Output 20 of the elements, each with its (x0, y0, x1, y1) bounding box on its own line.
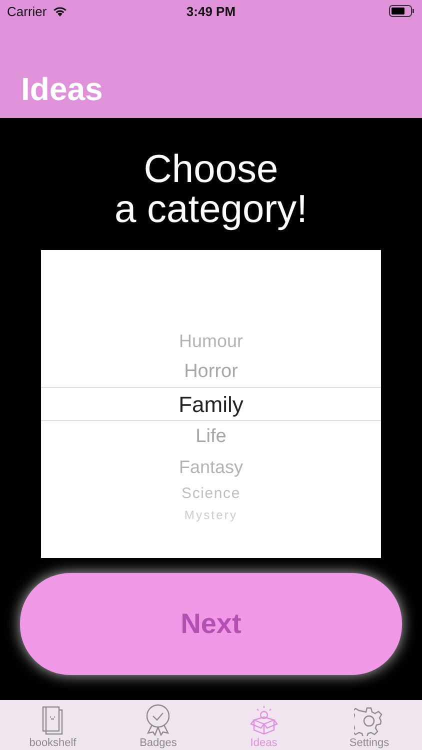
tab[interactable]: Ideas (211, 700, 316, 750)
picker-item[interactable]: Horror (41, 356, 381, 387)
picker-item[interactable]: Family (41, 387, 381, 421)
next-button[interactable]: Next (20, 573, 402, 675)
nav-title: Ideas (20, 71, 103, 108)
heading: Choose a category! (114, 150, 308, 230)
settings-icon (354, 706, 384, 736)
picker-item[interactable]: Humour (41, 326, 381, 356)
box-icon (250, 704, 278, 736)
tab[interactable]: Badges (106, 700, 211, 750)
tab[interactable]: bookshelf (0, 700, 106, 750)
status-time: 3:49 PM (186, 4, 236, 18)
carrier-label: Carrier (7, 4, 47, 18)
picker-item[interactable]: Fantasy (41, 452, 381, 482)
picker-item[interactable]: Science (41, 482, 381, 506)
badge-icon (144, 704, 172, 736)
battery-icon (389, 5, 415, 17)
tab[interactable]: Settings (316, 700, 422, 750)
wifi-icon (52, 5, 68, 17)
picker-item[interactable]: Life (41, 421, 381, 452)
